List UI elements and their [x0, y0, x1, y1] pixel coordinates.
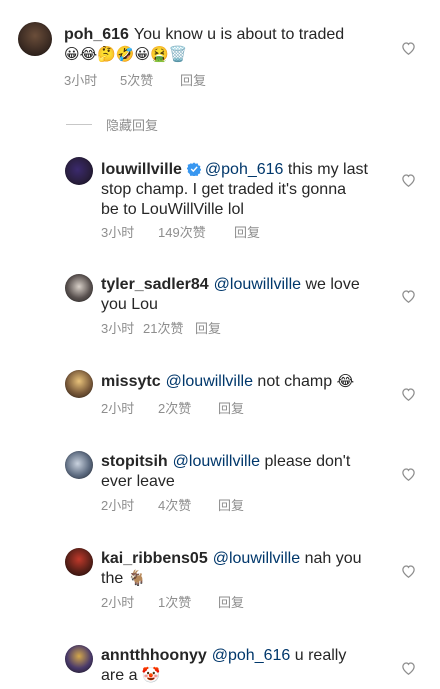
- username[interactable]: kai_ribbens05: [101, 550, 208, 567]
- comment-body: this my last: [287, 161, 368, 178]
- like-count[interactable]: 1次赞: [158, 595, 218, 611]
- username[interactable]: louwillville: [101, 161, 182, 178]
- avatar[interactable]: [65, 274, 93, 302]
- hide-replies-label: 隐藏回复: [106, 118, 159, 133]
- mention-link[interactable]: @louwillville: [173, 453, 260, 470]
- reply-button[interactable]: 回复: [218, 401, 244, 417]
- mention-link[interactable]: @poh_616: [212, 647, 291, 664]
- comment-text: anntthhoonyy @poh_616 u really are a 🤡: [101, 646, 401, 686]
- timestamp: 3小时: [64, 73, 98, 88]
- comment-meta: 2小时 2次赞 回复: [101, 401, 244, 417]
- username[interactable]: missytc: [101, 373, 161, 390]
- comment-body-2: are a: [101, 667, 138, 684]
- hide-replies-toggle[interactable]: 隐藏回复: [66, 115, 158, 134]
- timestamp: 2小时: [101, 498, 135, 513]
- timestamp: 3小时: [101, 321, 135, 336]
- like-count[interactable]: 21次赞: [143, 321, 195, 337]
- comment-body: nah you: [304, 550, 362, 567]
- like-count[interactable]: 4次赞: [158, 498, 218, 514]
- mention-link[interactable]: @louwillville: [166, 373, 253, 390]
- timestamp: 3小时: [101, 225, 135, 240]
- comment-meta: 2小时 4次赞 回复: [101, 498, 244, 514]
- comment-body: please don't: [264, 453, 351, 470]
- avatar[interactable]: [65, 451, 93, 479]
- comment-body: we love: [305, 276, 360, 293]
- avatar[interactable]: [65, 370, 93, 398]
- comment-meta: 3小时 5次赞 回复: [64, 73, 206, 89]
- comment-body-2: stop champ. I get traded it's gonna: [101, 181, 346, 198]
- comment-meta: 2小时 1次赞 回复: [101, 595, 244, 611]
- comment-text: kai_ribbens05 @louwillville nah you the 🐐: [101, 549, 401, 589]
- heart-icon[interactable]: [401, 289, 416, 303]
- avatar[interactable]: [65, 548, 93, 576]
- avatar[interactable]: [65, 645, 93, 673]
- mention-link[interactable]: @louwillville: [213, 550, 300, 567]
- reply-button[interactable]: 回复: [218, 595, 244, 611]
- username[interactable]: poh_616: [64, 26, 129, 43]
- emoji-row: 😀😂🤔🤣😀🤮🗑️: [64, 46, 188, 63]
- comment-meta: 3小时 149次赞 回复: [101, 225, 260, 241]
- emoji: 😂: [336, 373, 355, 390]
- like-count[interactable]: 149次赞: [158, 225, 234, 241]
- heart-icon[interactable]: [401, 661, 416, 675]
- heart-icon[interactable]: [401, 564, 416, 578]
- heart-icon[interactable]: [401, 387, 416, 401]
- reply-button[interactable]: 回复: [180, 73, 206, 89]
- comment-text: stopitsih @louwillville please don't ever…: [101, 452, 401, 492]
- divider: [66, 124, 92, 125]
- avatar[interactable]: [18, 22, 52, 56]
- timestamp: 2小时: [101, 595, 135, 610]
- comment-body-2: ever leave: [101, 473, 175, 490]
- comment-body: not champ: [257, 373, 333, 390]
- emoji: 🤡: [141, 667, 161, 684]
- username[interactable]: tyler_sadler84: [101, 276, 209, 293]
- comment-text: louwillville @poh_616 this my last stop c…: [101, 160, 401, 220]
- heart-icon[interactable]: [401, 173, 416, 187]
- mention-link[interactable]: @louwillville: [214, 276, 301, 293]
- emoji: 🐐: [127, 570, 147, 587]
- comment-body: You know u is about to traded: [133, 26, 345, 43]
- reply-button[interactable]: 回复: [234, 225, 260, 241]
- username[interactable]: anntthhoonyy: [101, 647, 207, 664]
- timestamp: 2小时: [101, 401, 135, 416]
- comment-text: tyler_sadler84 @louwillville we love you …: [101, 275, 391, 315]
- reply-button[interactable]: 回复: [195, 321, 221, 337]
- like-count[interactable]: 2次赞: [158, 401, 218, 417]
- verified-badge-icon: [186, 162, 201, 176]
- reply-button[interactable]: 回复: [218, 498, 244, 514]
- comment-text: poh_616 You know u is about to traded 😀😂🤔…: [64, 25, 389, 65]
- heart-icon[interactable]: [401, 41, 416, 55]
- username[interactable]: stopitsih: [101, 453, 168, 470]
- comment-body: u really: [294, 647, 347, 664]
- avatar[interactable]: [65, 157, 93, 185]
- like-count[interactable]: 5次赞: [120, 73, 180, 89]
- mention-link[interactable]: @poh_616: [205, 161, 284, 178]
- comment-meta: 3小时 21次赞 回复: [101, 321, 221, 337]
- comment-body-2: you Lou: [101, 296, 158, 313]
- comment-text: missytc @louwillville not champ 😂: [101, 372, 401, 392]
- heart-icon[interactable]: [401, 467, 416, 481]
- comment-body-2: the: [101, 570, 124, 587]
- comment-body-3: be to LouWillVille lol: [101, 201, 244, 218]
